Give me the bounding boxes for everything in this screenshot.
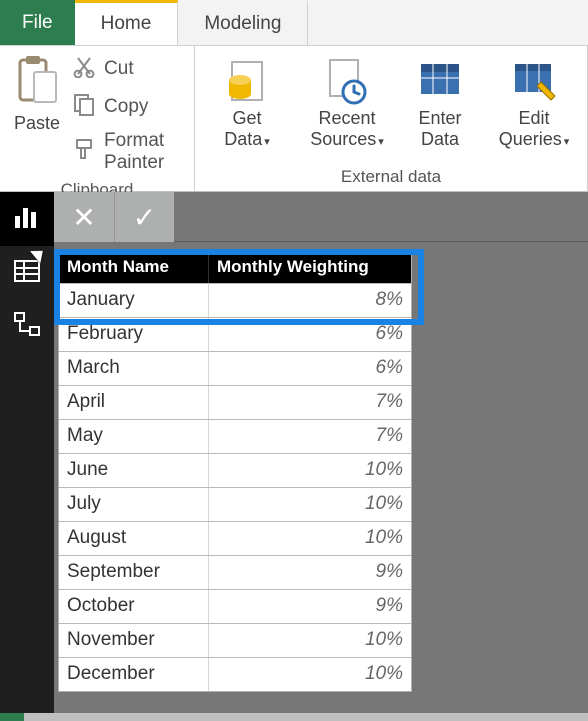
format-painter-label: Format Painter bbox=[104, 130, 180, 174]
commit-formula-button[interactable]: ✓ bbox=[114, 192, 174, 242]
cell-weighting[interactable]: 9% bbox=[209, 556, 411, 589]
edit-queries-button[interactable]: Edit Queries▾ bbox=[493, 54, 575, 149]
cell-weighting[interactable]: 7% bbox=[209, 420, 411, 453]
x-icon: ✕ bbox=[72, 201, 95, 234]
status-bar bbox=[0, 713, 588, 721]
cell-month[interactable]: March bbox=[59, 352, 209, 385]
cell-month[interactable]: October bbox=[59, 590, 209, 623]
cut-button[interactable]: Cut bbox=[72, 54, 180, 84]
group-label-external-data: External data bbox=[203, 165, 579, 191]
edit-queries-label: Edit Queries▾ bbox=[499, 108, 570, 149]
enter-data-icon bbox=[417, 54, 463, 106]
get-data-button[interactable]: Get Data▾ bbox=[207, 54, 287, 149]
copy-button[interactable]: Copy bbox=[72, 92, 180, 122]
table-row[interactable]: October9% bbox=[59, 589, 411, 623]
copy-icon bbox=[72, 92, 96, 122]
cell-weighting[interactable]: 6% bbox=[209, 352, 411, 385]
cell-month[interactable]: August bbox=[59, 522, 209, 555]
cell-month[interactable]: November bbox=[59, 624, 209, 657]
cut-label: Cut bbox=[104, 58, 134, 80]
table-row[interactable]: April7% bbox=[59, 385, 411, 419]
cell-month[interactable]: May bbox=[59, 420, 209, 453]
table-row[interactable]: May7% bbox=[59, 419, 411, 453]
table-row[interactable]: November10% bbox=[59, 623, 411, 657]
chevron-down-icon: ▾ bbox=[264, 136, 270, 148]
cell-month[interactable]: September bbox=[59, 556, 209, 589]
highlight-rectangle bbox=[54, 249, 424, 325]
bar-chart-icon bbox=[12, 202, 42, 237]
cell-month[interactable]: April bbox=[59, 386, 209, 419]
paste-button[interactable]: Paste bbox=[8, 50, 66, 178]
clipboard-icon bbox=[16, 54, 58, 111]
format-painter-button[interactable]: Format Painter bbox=[72, 130, 180, 174]
table-row[interactable]: September9% bbox=[59, 555, 411, 589]
database-icon bbox=[224, 54, 270, 106]
tab-modeling[interactable]: Modeling bbox=[178, 0, 308, 45]
table-row[interactable]: December10% bbox=[59, 657, 411, 691]
cancel-formula-button[interactable]: ✕ bbox=[54, 192, 114, 242]
get-data-label: Get Data▾ bbox=[224, 108, 270, 149]
table-row[interactable]: August10% bbox=[59, 521, 411, 555]
recent-sources-label: Recent Sources▾ bbox=[310, 108, 384, 149]
model-view-button[interactable] bbox=[0, 300, 54, 354]
tab-file[interactable]: File bbox=[0, 0, 75, 45]
chevron-down-icon: ▾ bbox=[378, 136, 384, 148]
enter-data-label: Enter Data bbox=[418, 108, 461, 149]
cell-weighting[interactable]: 7% bbox=[209, 386, 411, 419]
formula-bar-input[interactable] bbox=[174, 192, 588, 242]
status-indicator bbox=[0, 713, 24, 721]
enter-data-button[interactable]: Enter Data bbox=[407, 54, 473, 149]
cell-weighting[interactable]: 10% bbox=[209, 488, 411, 521]
chevron-down-icon: ▾ bbox=[564, 136, 570, 148]
cell-month[interactable]: June bbox=[59, 454, 209, 487]
ribbon: Paste Cut Copy bbox=[0, 46, 588, 192]
scissors-icon bbox=[72, 54, 96, 84]
view-switcher bbox=[0, 192, 54, 721]
cell-weighting[interactable]: 10% bbox=[209, 522, 411, 555]
paste-label: Paste bbox=[14, 113, 60, 134]
recent-sources-icon bbox=[324, 54, 370, 106]
recent-sources-button[interactable]: Recent Sources▾ bbox=[307, 54, 387, 149]
cell-weighting[interactable]: 10% bbox=[209, 454, 411, 487]
cell-weighting[interactable]: 10% bbox=[209, 624, 411, 657]
cell-month[interactable]: July bbox=[59, 488, 209, 521]
paintbrush-icon bbox=[72, 137, 96, 167]
cell-weighting[interactable]: 9% bbox=[209, 590, 411, 623]
edit-queries-icon bbox=[511, 54, 557, 106]
relationship-icon bbox=[12, 310, 42, 345]
table-row[interactable]: March6% bbox=[59, 351, 411, 385]
formula-bar-row: ✕ ✓ bbox=[54, 192, 588, 242]
tab-home[interactable]: Home bbox=[75, 0, 179, 45]
canvas-area: ✕ ✓ Month Name Monthly Weighting January… bbox=[54, 192, 588, 721]
menu-tabs: File Home Modeling bbox=[0, 0, 588, 46]
cell-month[interactable]: December bbox=[59, 658, 209, 691]
copy-label: Copy bbox=[104, 96, 148, 118]
workspace: ✕ ✓ Month Name Monthly Weighting January… bbox=[0, 192, 588, 721]
cell-weighting[interactable]: 10% bbox=[209, 658, 411, 691]
table-row[interactable]: June10% bbox=[59, 453, 411, 487]
report-view-button[interactable] bbox=[0, 192, 54, 246]
table-row[interactable]: July10% bbox=[59, 487, 411, 521]
check-icon: ✓ bbox=[133, 201, 156, 234]
